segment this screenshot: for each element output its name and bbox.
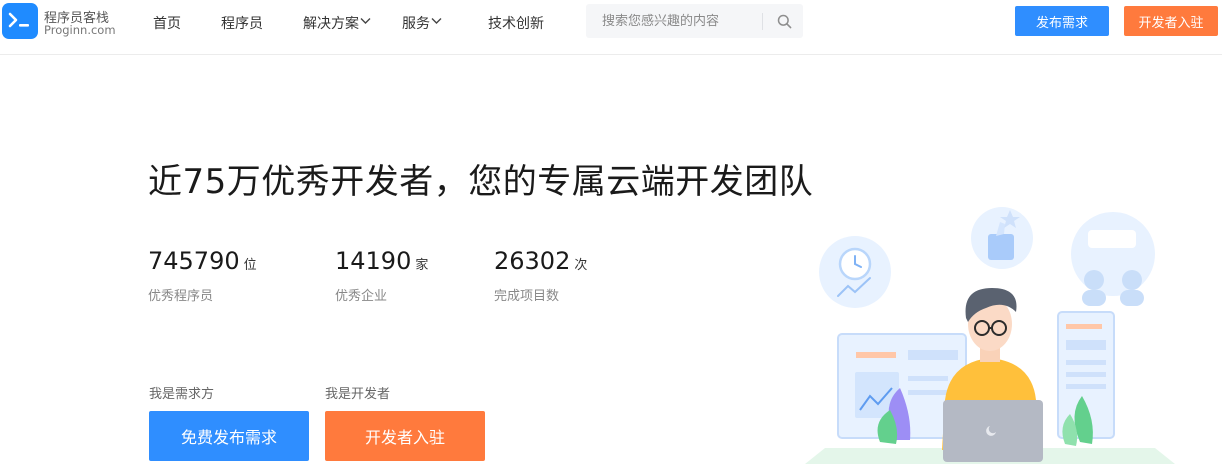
stat-value: 745790 bbox=[148, 247, 240, 275]
search-box bbox=[586, 4, 803, 38]
hero-headline: 近75万优秀开发者，您的专属云端开发团队 bbox=[148, 162, 814, 202]
logo-terminal-icon bbox=[8, 12, 29, 28]
search-icon[interactable] bbox=[777, 14, 792, 29]
hero-developer-join-button[interactable]: 开发者入驻 bbox=[325, 411, 485, 461]
stat-label: 优秀企业 bbox=[335, 289, 388, 304]
chevron-down-icon bbox=[360, 18, 371, 24]
nav-tech-innovation-label: 技术创新 bbox=[488, 16, 544, 32]
stat-value: 26302 bbox=[494, 247, 571, 275]
free-post-request-button[interactable]: 免费发布需求 bbox=[149, 411, 309, 461]
nav-services-label: 服务 bbox=[402, 16, 430, 32]
nav-developers[interactable]: 程序员 bbox=[221, 13, 263, 33]
stat-companies: 14190 家 优秀企业 bbox=[335, 247, 429, 304]
nav-solutions[interactable]: 解决方案 bbox=[303, 13, 371, 33]
developer-illustration bbox=[805, 207, 1175, 464]
nav-services[interactable]: 服务 bbox=[402, 13, 442, 33]
stat-label: 完成项目数 bbox=[494, 289, 560, 304]
stat-value: 14190 bbox=[335, 247, 412, 275]
nav-home-label: 首页 bbox=[153, 16, 181, 32]
stat-unit: 次 bbox=[574, 258, 588, 273]
search-input[interactable] bbox=[586, 4, 766, 38]
stat-projects: 26302 次 完成项目数 bbox=[494, 247, 588, 304]
top-nav-bar: 程序员客栈 Proginn.com 首页 程序员 解决方案 服务 技术创新 发布… bbox=[0, 0, 1222, 55]
logo-domain[interactable]: Proginn.com bbox=[44, 23, 116, 37]
client-role-label: 我是需求方 bbox=[149, 387, 215, 402]
nav-tech-innovation[interactable]: 技术创新 bbox=[488, 13, 544, 33]
developer-role-label: 我是开发者 bbox=[325, 387, 391, 402]
search-divider bbox=[762, 13, 763, 30]
nav-developers-label: 程序员 bbox=[221, 16, 263, 32]
nav-home[interactable]: 首页 bbox=[153, 13, 181, 33]
stat-developers: 745790 位 优秀程序员 bbox=[148, 247, 257, 304]
nav-solutions-label: 解决方案 bbox=[303, 16, 359, 32]
stat-unit: 家 bbox=[415, 258, 429, 273]
stat-label: 优秀程序员 bbox=[148, 289, 214, 304]
post-request-button[interactable]: 发布需求 bbox=[1015, 6, 1109, 36]
developer-join-button[interactable]: 开发者入驻 bbox=[1124, 6, 1218, 36]
chevron-down-icon bbox=[431, 18, 442, 24]
stat-unit: 位 bbox=[243, 258, 257, 273]
logo-icon[interactable] bbox=[2, 3, 38, 39]
